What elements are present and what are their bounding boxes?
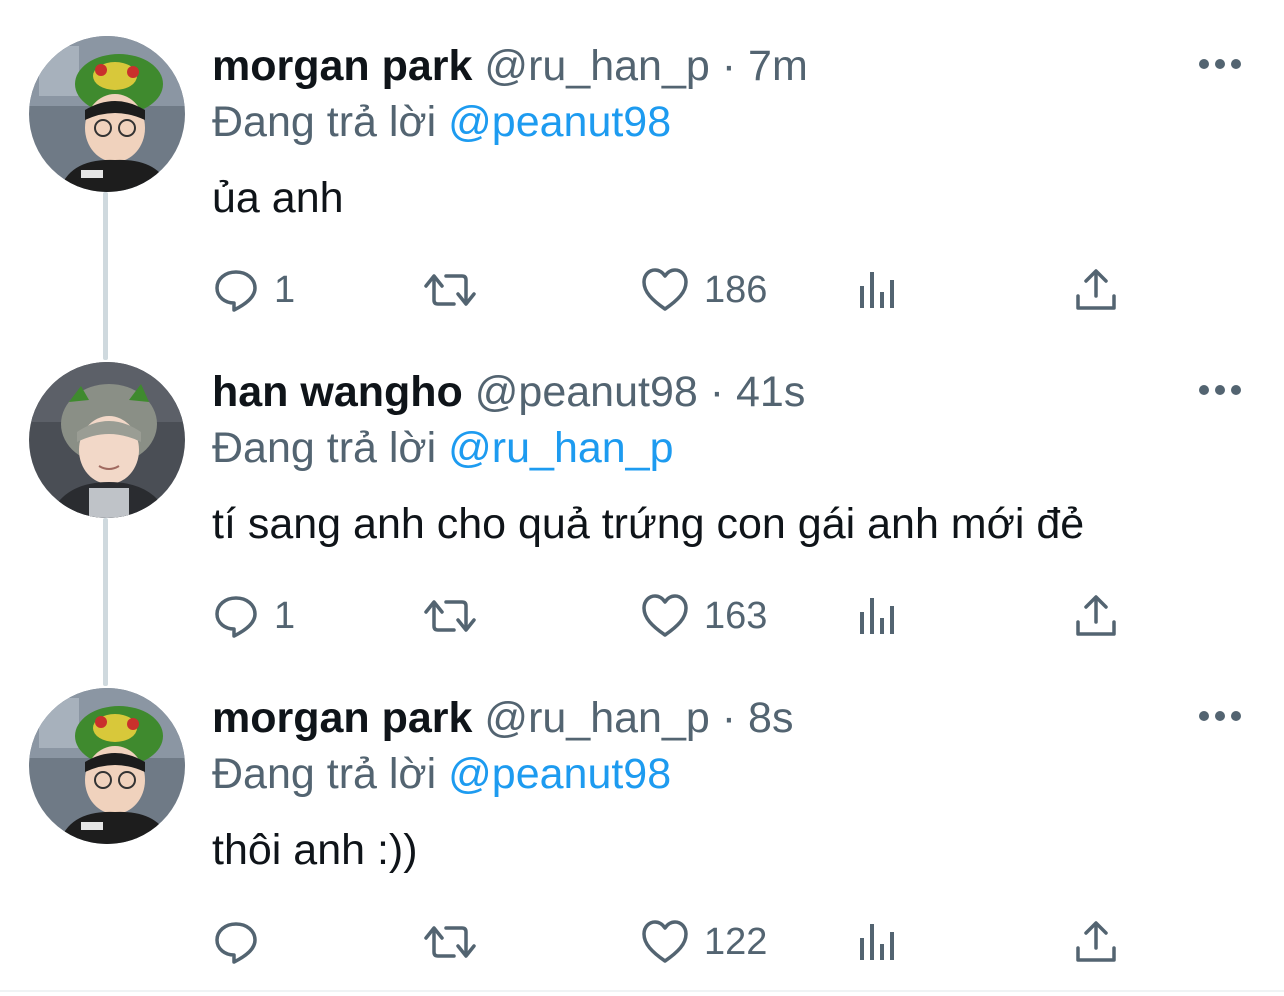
conversation-thread: morgan park @ru_han_p · 7m Đang trả lời … bbox=[0, 0, 1284, 996]
display-name[interactable]: han wangho bbox=[212, 368, 463, 416]
reply-count: 1 bbox=[274, 268, 296, 311]
reply-icon bbox=[215, 596, 257, 638]
display-name[interactable]: morgan park bbox=[212, 694, 472, 742]
tweet-text: tí sang anh cho quả trứng con gái anh mớ… bbox=[212, 500, 1085, 548]
tweet-actions: 1 163 bbox=[212, 588, 1212, 644]
reply-button[interactable]: 1 bbox=[212, 262, 295, 318]
retweet-icon bbox=[424, 600, 476, 632]
tweet-text: thôi anh :)) bbox=[212, 826, 418, 874]
replying-prefix: Đang trả lời bbox=[212, 424, 437, 472]
share-button[interactable] bbox=[1072, 914, 1120, 970]
more-icon[interactable] bbox=[1196, 378, 1244, 402]
user-handle[interactable]: @ru_han_p bbox=[484, 42, 709, 90]
replying-to-mention[interactable]: @peanut98 bbox=[448, 98, 671, 146]
like-count: 186 bbox=[704, 268, 768, 311]
share-button[interactable] bbox=[1072, 588, 1120, 644]
reply-count: 1 bbox=[274, 594, 296, 637]
like-button[interactable]: 186 bbox=[640, 262, 767, 318]
tweet[interactable]: morgan park @ru_han_p · 7m Đang trả lời … bbox=[0, 0, 1284, 326]
reply-button[interactable] bbox=[212, 914, 274, 970]
user-handle[interactable]: @peanut98 bbox=[475, 368, 698, 416]
more-icon[interactable] bbox=[1196, 52, 1244, 76]
like-icon bbox=[642, 268, 688, 311]
like-count: 163 bbox=[704, 594, 768, 637]
replying-to-line: Đang trả lời @peanut98 bbox=[212, 96, 671, 148]
replying-prefix: Đang trả lời bbox=[212, 98, 437, 146]
tweet[interactable]: morgan park @ru_han_p · 8s Đang trả lời … bbox=[0, 652, 1284, 978]
like-icon bbox=[642, 594, 688, 637]
replying-to-line: Đang trả lời @ru_han_p bbox=[212, 422, 674, 474]
like-button[interactable]: 163 bbox=[640, 588, 767, 644]
share-icon bbox=[1076, 595, 1116, 636]
display-name[interactable]: morgan park bbox=[212, 42, 472, 90]
tweet-text: ủa anh bbox=[212, 174, 344, 222]
separator-dot: · bbox=[709, 368, 725, 416]
share-button[interactable] bbox=[1072, 262, 1120, 318]
reply-icon bbox=[215, 922, 257, 964]
retweet-icon bbox=[424, 926, 476, 958]
retweet-button[interactable] bbox=[422, 588, 492, 644]
more-icon[interactable] bbox=[1196, 704, 1244, 728]
stats-button[interactable] bbox=[856, 262, 900, 318]
like-button[interactable]: 122 bbox=[640, 914, 767, 970]
avatar[interactable] bbox=[29, 362, 185, 518]
timestamp[interactable]: 41s bbox=[736, 368, 805, 416]
avatar[interactable] bbox=[29, 36, 185, 192]
retweet-icon bbox=[424, 274, 476, 306]
tweet-header: morgan park @ru_han_p · 8s bbox=[212, 692, 793, 744]
replying-to-line: Đang trả lời @peanut98 bbox=[212, 748, 671, 800]
timestamp[interactable]: 8s bbox=[748, 694, 793, 742]
reply-button[interactable]: 1 bbox=[212, 588, 295, 644]
separator-dot: · bbox=[721, 42, 737, 90]
tweet-header: morgan park @ru_han_p · 7m bbox=[212, 40, 808, 92]
like-icon bbox=[642, 920, 688, 963]
tweet-actions: 1 186 bbox=[212, 262, 1212, 318]
retweet-button[interactable] bbox=[422, 262, 492, 318]
tweet[interactable]: han wangho @peanut98 · 41s Đang trả lời … bbox=[0, 326, 1284, 652]
stats-button[interactable] bbox=[856, 588, 900, 644]
replying-to-mention[interactable]: @peanut98 bbox=[448, 750, 671, 798]
reply-icon bbox=[215, 270, 257, 312]
like-count: 122 bbox=[704, 920, 768, 963]
user-handle[interactable]: @ru_han_p bbox=[484, 694, 709, 742]
tweet-actions: 122 bbox=[212, 914, 1212, 970]
replying-to-mention[interactable]: @ru_han_p bbox=[448, 424, 673, 472]
avatar[interactable] bbox=[29, 688, 185, 844]
tweet-header: han wangho @peanut98 · 41s bbox=[212, 366, 805, 418]
stats-icon bbox=[860, 272, 894, 308]
share-icon bbox=[1076, 921, 1116, 962]
stats-icon bbox=[860, 598, 894, 634]
separator-dot: · bbox=[721, 694, 737, 742]
divider bbox=[0, 990, 1284, 992]
timestamp[interactable]: 7m bbox=[748, 42, 808, 90]
retweet-button[interactable] bbox=[422, 914, 492, 970]
share-icon bbox=[1076, 269, 1116, 310]
replying-prefix: Đang trả lời bbox=[212, 750, 437, 798]
stats-button[interactable] bbox=[856, 914, 900, 970]
stats-icon bbox=[860, 924, 894, 960]
